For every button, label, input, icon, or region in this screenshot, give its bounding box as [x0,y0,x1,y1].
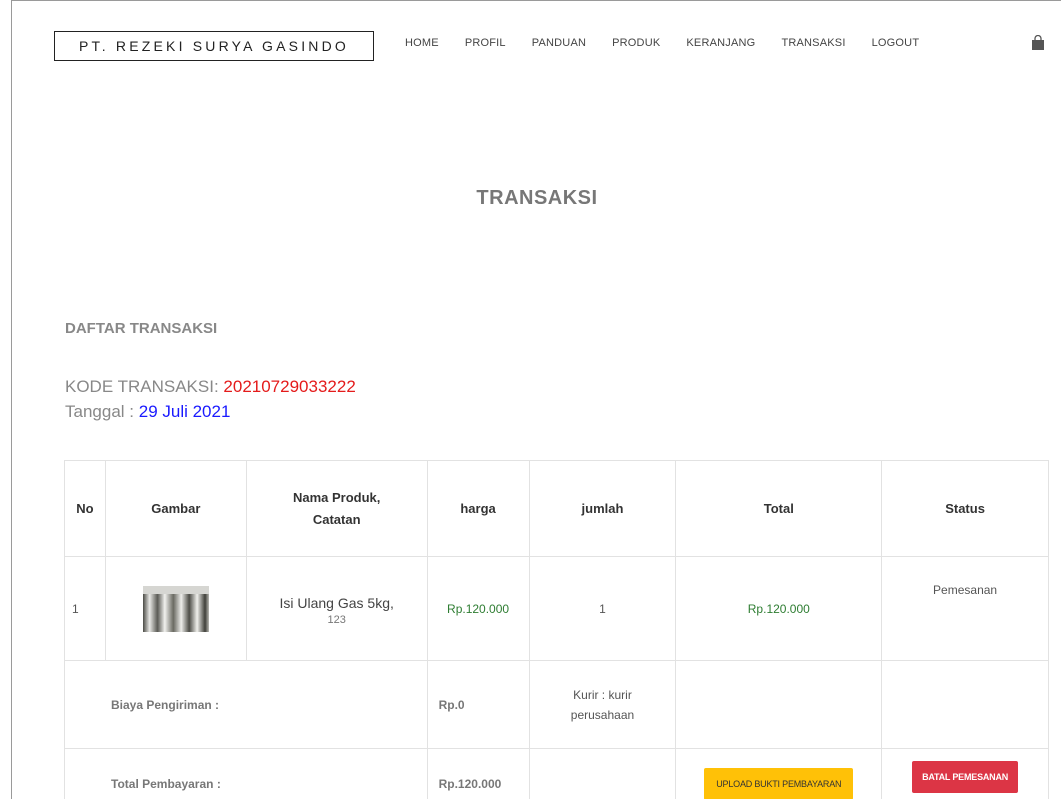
nav-home[interactable]: HOME [405,37,439,49]
section-title: DAFTAR TRANSAKSI [65,320,218,337]
empty-cell [528,748,677,799]
col-header-gambar: Gambar [104,460,247,557]
nav-keranjang[interactable]: KERANJANG [686,37,755,49]
transaction-date-value: 29 Juli 2021 [138,402,231,421]
row-image-cell [104,556,247,661]
payment-value: Rp.120.000 [426,748,530,799]
brand-logo[interactable]: PT. REZEKI SURYA GASINDO [54,31,374,61]
empty-cell [675,660,883,749]
table-header-row: No Gambar Nama Produk, Catatan harga jum… [64,460,1049,557]
nav-transaksi[interactable]: TRANSAKSI [781,37,845,49]
col-header-status: Status [881,460,1049,557]
shipping-row: Biaya Pengiriman : Rp.0 Kurir : kurir pe… [64,660,1049,749]
product-name: Isi Ulang Gas 5kg, [279,594,394,611]
col-header-total: Total [675,460,883,557]
nav-produk[interactable]: PRODUK [612,37,660,49]
page-frame: PT. REZEKI SURYA GASINDO HOME PROFIL PAN… [11,0,1061,799]
upload-proof-button[interactable]: UPLOAD BUKTI PEMBAYARAN [704,767,854,799]
row-jumlah: 1 [528,556,677,661]
col-header-no: No [64,460,106,557]
payment-label: Total Pembayaran : [64,748,428,799]
row-total: Rp.120.000 [675,556,883,661]
row-no: 1 [64,556,106,661]
row-product-cell: Isi Ulang Gas 5kg, 123 [245,556,428,661]
transaction-code-label: KODE TRANSAKSI: [65,377,224,396]
shopping-bag-icon[interactable] [1031,35,1045,51]
transaction-code-value: 20210729033222 [223,377,356,396]
col-header-harga: harga [426,460,530,557]
transaction-date-label: Tanggal : [65,402,139,421]
main-nav: HOME PROFIL PANDUAN PRODUK KERANJANG TRA… [405,37,945,49]
transaction-table: No Gambar Nama Produk, Catatan harga jum… [64,460,1049,799]
transaction-code: KODE TRANSAKSI: 20210729033222 [65,377,356,397]
gas-cylinder-image [142,585,209,632]
row-harga: Rp.120.000 [426,556,530,661]
col-header-jumlah: jumlah [528,460,677,557]
table-row: 1 Isi Ulang Gas 5kg, 123 Rp.120.000 1 Rp… [64,556,1049,661]
row-status: Pemesanan [881,556,1049,661]
shipping-label: Biaya Pengiriman : [64,660,428,749]
shipping-value: Rp.0 [426,660,530,749]
nav-logout[interactable]: LOGOUT [872,37,920,49]
cancel-cell: BATAL PEMESANAN [881,748,1049,799]
nav-profil[interactable]: PROFIL [465,37,506,49]
empty-cell [881,660,1049,749]
payment-row: Total Pembayaran : Rp.120.000 UPLOAD BUK… [64,748,1049,799]
cancel-order-button[interactable]: BATAL PEMESANAN [912,761,1019,793]
col-header-nama-produk: Nama Produk, Catatan [245,460,428,557]
product-note: 123 [327,613,346,626]
page-title: TRANSAKSI [476,187,598,209]
shipping-courier: Kurir : kurir perusahaan [528,660,677,749]
transaction-date: Tanggal : 29 Juli 2021 [65,402,230,422]
nav-panduan[interactable]: PANDUAN [532,37,586,49]
upload-cell: UPLOAD BUKTI PEMBAYARAN [675,748,883,799]
